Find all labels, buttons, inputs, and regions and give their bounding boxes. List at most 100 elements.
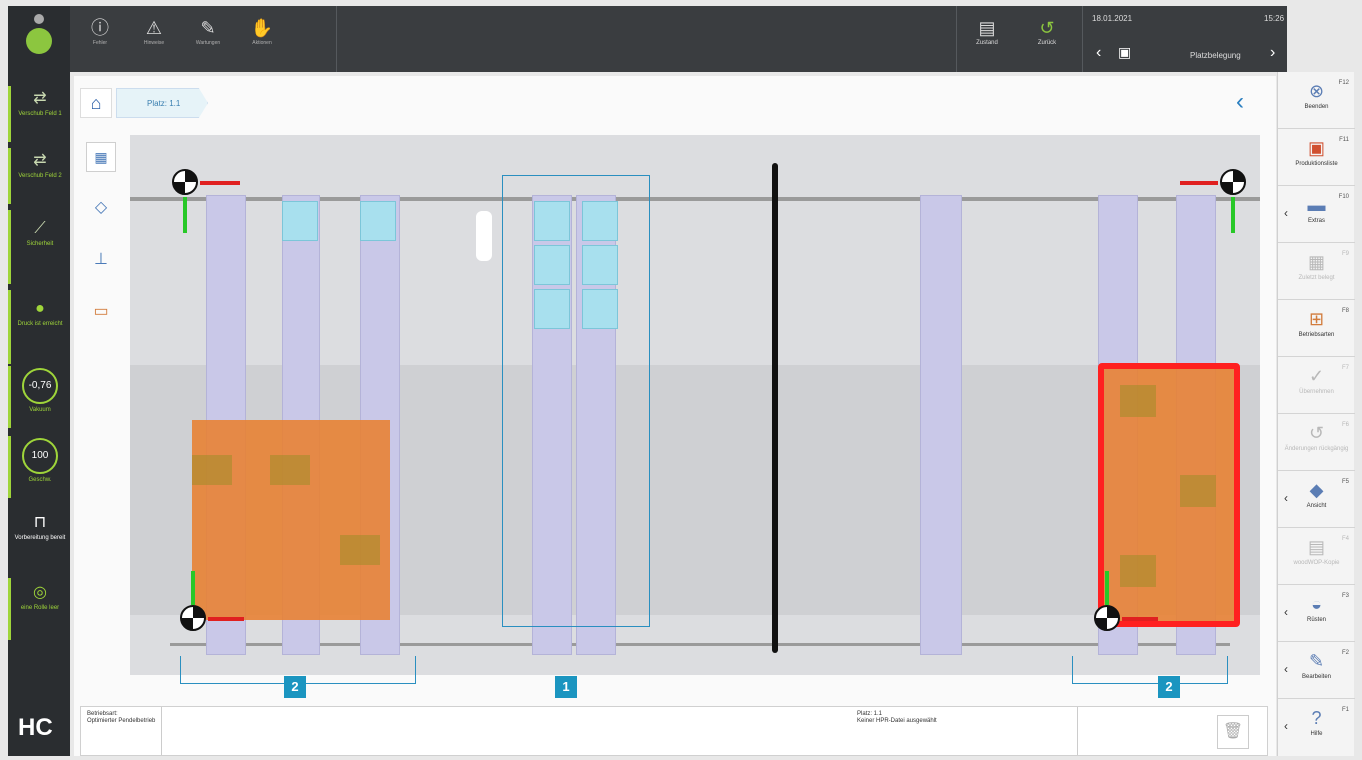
help-button[interactable]: ‹ ? F1 Hilfe [1278, 699, 1355, 756]
home-icon[interactable]: ⌂ [80, 88, 112, 118]
x-axis-arrow [208, 617, 244, 621]
undo-button[interactable]: ↺ F6 Änderungen rückgängig [1278, 414, 1355, 471]
origin-marker-top-right [1220, 169, 1246, 195]
lb-label: Sicherheit [26, 241, 54, 247]
chevron-left-icon: ‹ [1284, 662, 1288, 676]
chevron-left-icon: ‹ [1284, 491, 1288, 505]
end-label: Beenden [1304, 104, 1329, 110]
trash-icon[interactable]: 🗑 [1217, 715, 1249, 749]
extras-label: Extras [1307, 218, 1325, 224]
lb-item-clamp[interactable]: ⊓ Vorbereitung bereit [14, 514, 66, 542]
lb-item-roller[interactable]: ◎ eine Rolle leer [14, 584, 66, 612]
lb-label: Vakuum [29, 407, 51, 413]
maintenance-button[interactable]: ✎ Wartungen [186, 6, 230, 72]
production-list-button[interactable]: ▣ F11 Produktionsliste [1278, 129, 1355, 186]
console-rail [920, 195, 962, 655]
prev-screen-button[interactable]: ‹ [1096, 44, 1101, 62]
warning-icon: ⚠ [145, 18, 163, 38]
breadcrumb-label: Platz: 1.1 [147, 99, 181, 108]
production-list-label: Produktionsliste [1295, 161, 1338, 167]
bracket-right [1072, 656, 1228, 684]
woodwop-copy-button[interactable]: ▤ F4 woodWOP-Kopie [1278, 528, 1355, 585]
next-screen-button[interactable]: › [1270, 44, 1275, 62]
y-axis-arrow [183, 197, 187, 233]
lb-item-pressure[interactable]: ● Druck ist erreicht [14, 300, 66, 328]
vacuum-cup[interactable] [282, 201, 318, 241]
fkey-label: F6 [1341, 422, 1349, 428]
wrench-icon: ✎ [200, 18, 216, 38]
vacuum-icon: ⇄ [33, 152, 47, 169]
apply-label: Übernehmen [1299, 389, 1334, 395]
breadcrumb[interactable]: Platz: 1.1 [116, 88, 208, 118]
vacuum-pod [1120, 555, 1156, 587]
end-button[interactable]: ⊗ F12 Beenden [1278, 72, 1355, 129]
error-button[interactable]: ⓘ Fehler [78, 6, 122, 72]
view-button[interactable]: ‹ ◆ F5 Ansicht [1278, 471, 1355, 528]
user-icon[interactable] [24, 14, 54, 54]
vacuum-gauge-icon: -0,76 [22, 368, 58, 404]
origin-marker-bottom-right [1094, 605, 1120, 631]
fkey-label: F8 [1341, 308, 1349, 314]
y-axis-arrow [1105, 571, 1109, 605]
speed-gauge-icon: 100 [22, 438, 58, 474]
stop-marker [476, 211, 492, 261]
y-axis-arrow [191, 571, 195, 605]
callout-badge-left: 2 [284, 676, 306, 698]
last-used-button[interactable]: ▦ F9 Zuletzt belegt [1278, 243, 1355, 300]
origin-marker-top-left [172, 169, 198, 195]
center-divider [772, 163, 778, 653]
callout-badge-right: 2 [1158, 676, 1180, 698]
operating-modes-button[interactable]: ⊞ F8 Betriebsarten [1278, 300, 1355, 357]
front-beam [170, 643, 1230, 646]
status-sidebar: ⇄ Verschub Feld 1 ⇄ Verschub Feld 2 ⟋ Si… [8, 6, 70, 756]
lb-item-speed-gauge[interactable]: 100 Geschw. [14, 438, 66, 484]
operating-modes-label: Betriebsarten [1298, 332, 1335, 338]
action-button[interactable]: ✋ Aktionen [240, 6, 284, 72]
x-axis-arrow [1180, 181, 1218, 185]
toolbox-icon[interactable]: ▭ [86, 298, 116, 328]
lb-item-safety[interactable]: ⟋ Sicherheit [14, 220, 66, 248]
view-label: Ansicht [1306, 503, 1327, 509]
workpiece-left[interactable] [192, 420, 390, 620]
fkey-label: F3 [1341, 593, 1349, 599]
lb-item-vacuum-2[interactable]: ⇄ Verschub Feld 2 [14, 152, 66, 180]
lb-item-vacuum-1[interactable]: ⇄ Verschub Feld 1 [14, 90, 66, 118]
fkey-label: F7 [1341, 365, 1349, 371]
y-axis-arrow [1231, 197, 1235, 233]
vacuum-cup[interactable] [360, 201, 396, 241]
state-button[interactable]: ▤ Zustand [962, 6, 1012, 72]
vacuum-pod [1120, 385, 1156, 417]
time-display: 15:26 [1264, 14, 1285, 23]
machine-table-view[interactable] [130, 135, 1260, 675]
lb-label: Verschub Feld 1 [18, 111, 62, 117]
origin-marker-bottom-left [180, 605, 206, 631]
vacuum-pod [270, 455, 310, 485]
place-title: Platz: 1.1 [857, 711, 883, 717]
state-icon: ▤ [978, 18, 996, 38]
lb-item-vacuum-gauge[interactable]: -0,76 Vakuum [14, 368, 66, 414]
edit-board-icon[interactable]: ⊥ [86, 246, 116, 276]
pods-icon[interactable]: ◇ [86, 194, 116, 224]
edit-label: Bearbeiten [1301, 674, 1332, 680]
warning-button[interactable]: ⚠ Hinweise [132, 6, 176, 72]
fkey-label: F1 [1341, 707, 1349, 713]
setup-label: Rüsten [1306, 617, 1326, 623]
edit-button[interactable]: ‹ ✎ F2 Bearbeiten [1278, 642, 1355, 699]
highlight-box-center [502, 175, 650, 627]
fkey-label: F12 [1338, 80, 1349, 86]
setup-button[interactable]: ‹ ◒ F3 Rüsten [1278, 585, 1355, 642]
lb-label: Druck ist erreicht [17, 321, 63, 327]
back-button[interactable]: ↺ Zurück [1022, 6, 1072, 72]
fkey-label: F10 [1338, 194, 1349, 200]
warning-label: Hinweise [143, 40, 165, 46]
fkey-label: F4 [1341, 536, 1349, 542]
hand-icon: ✋ [250, 18, 274, 38]
back-icon: ↺ [1039, 18, 1055, 38]
collapse-chevron-icon[interactable]: ‹ [1236, 88, 1244, 116]
extras-button[interactable]: ‹ ▬ F10 Extras [1278, 186, 1355, 243]
date-display: 18.01.2021 [1092, 14, 1133, 23]
state-label: Zustand [976, 40, 998, 46]
fkey-label: F9 [1341, 251, 1349, 257]
apply-button[interactable]: ✓ F7 Übernehmen [1278, 357, 1355, 414]
layout-icon[interactable]: ▦ [86, 142, 116, 172]
